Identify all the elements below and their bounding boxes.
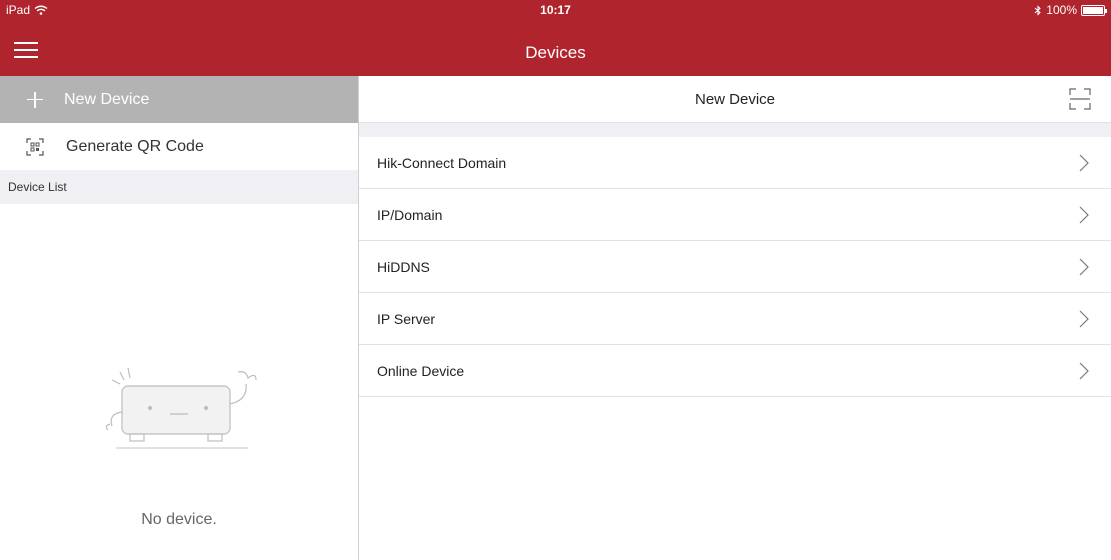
generate-qr-code-label: Generate QR Code: [66, 137, 204, 155]
no-device-text: No device.: [141, 511, 217, 528]
chevron-right-icon: [1079, 154, 1089, 171]
plus-icon: [24, 89, 46, 111]
device-list-header: Device List: [0, 170, 358, 204]
empty-device-illustration: [105, 367, 257, 449]
new-device-label: New Device: [64, 90, 150, 108]
option-label: Hik-Connect Domain: [377, 154, 507, 171]
scan-icon[interactable]: [1069, 88, 1091, 110]
option-label: IP/Domain: [377, 206, 443, 223]
bluetooth-icon: [1034, 4, 1042, 16]
new-device-button[interactable]: New Device: [0, 76, 358, 123]
section-spacer: [359, 123, 1111, 137]
status-time: 10:17: [540, 3, 571, 17]
chevron-right-icon: [1079, 206, 1089, 223]
option-hik-connect-domain[interactable]: Hik-Connect Domain: [359, 137, 1111, 189]
generate-qr-code-button[interactable]: Generate QR Code: [0, 123, 358, 170]
chevron-right-icon: [1079, 310, 1089, 327]
chevron-right-icon: [1079, 258, 1089, 275]
right-header: New Device: [359, 76, 1111, 123]
battery-percent: 100%: [1046, 3, 1077, 17]
chevron-right-icon: [1079, 362, 1089, 379]
option-hiddns[interactable]: HiDDNS: [359, 241, 1111, 293]
qr-code-icon: [26, 137, 44, 156]
battery-icon: [1081, 4, 1107, 16]
right-panel-title: New Device: [694, 90, 776, 108]
nav-title: Devices: [525, 43, 586, 62]
left-panel: New Device Generate QR Code Device List: [0, 76, 359, 560]
status-right: 100%: [1034, 3, 1107, 17]
option-ip-server[interactable]: IP Server: [359, 293, 1111, 345]
right-panel: New Device Hik-Connect Domain IP/Domain …: [359, 76, 1111, 560]
option-label: IP Server: [377, 310, 436, 327]
option-online-device[interactable]: Online Device: [359, 345, 1111, 397]
top-bar: iPad 10:17 100% Devices: [0, 0, 1111, 76]
option-label: Online Device: [377, 362, 465, 379]
option-label: HiDDNS: [377, 258, 430, 275]
option-ip-domain[interactable]: IP/Domain: [359, 189, 1111, 241]
